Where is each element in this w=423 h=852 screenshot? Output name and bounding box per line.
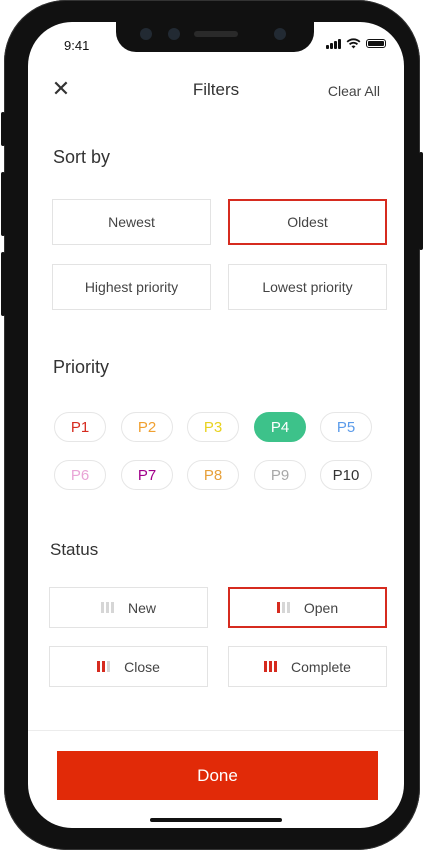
signal-icon [326,38,341,49]
priority-pill-p6[interactable]: P6 [54,460,106,490]
status-heading: Status [50,540,99,559]
volume-up-button [1,172,5,236]
priority-pill-p1[interactable]: P1 [54,412,106,442]
volume-down-button [1,252,5,316]
sensor-icon [140,28,152,40]
wifi-icon [346,38,361,49]
home-indicator [150,818,282,822]
battery-icon [366,39,386,48]
status-option-label: New [127,599,156,616]
status-option-label: Complete [291,658,351,675]
status-option-label: Close [124,658,160,675]
phone-frame: 9:41 ✕ Filters Clear All Sort by Newest … [1,0,423,850]
priority-heading: Priority [53,357,110,377]
priority-pill-p3[interactable]: P3 [187,412,239,442]
priority-pill-p7[interactable]: P7 [121,460,173,490]
sort-option-lowest-priority[interactable]: Lowest priority [228,264,387,310]
priority-pill-p2[interactable]: P2 [121,412,173,442]
status-time: 9:41 [64,38,90,53]
status-level-icon [264,661,278,672]
speaker [194,31,238,37]
clear-all-button[interactable]: Clear All [328,83,380,99]
status-level-icon [100,602,114,613]
status-level-icon [97,661,111,672]
status-option-label: Open [303,599,339,616]
priority-pill-p4[interactable]: P4 [254,412,306,442]
status-option-close[interactable]: Close [49,646,208,687]
front-camera-icon [274,28,286,40]
priority-pill-p10[interactable]: P10 [320,460,372,490]
status-level-icon [276,602,290,613]
sort-option-oldest[interactable]: Oldest [228,199,387,245]
status-option-open[interactable]: Open [228,587,387,628]
power-button [419,152,423,250]
sensor-icon [168,28,180,40]
sort-by-heading: Sort by [53,147,111,167]
status-option-new[interactable]: New [49,587,208,628]
sort-option-newest[interactable]: Newest [52,199,211,245]
priority-pill-p5[interactable]: P5 [320,412,372,442]
priority-pill-p9[interactable]: P9 [254,460,306,490]
priority-pill-p8[interactable]: P8 [187,460,239,490]
notch [116,22,314,52]
status-option-complete[interactable]: Complete [228,646,387,687]
screen: 9:41 ✕ Filters Clear All Sort by Newest … [28,22,404,828]
sort-option-highest-priority[interactable]: Highest priority [52,264,211,310]
done-button[interactable]: Done [57,751,378,800]
mute-switch [1,112,5,146]
status-icons [326,38,386,49]
footer-divider [28,730,404,731]
